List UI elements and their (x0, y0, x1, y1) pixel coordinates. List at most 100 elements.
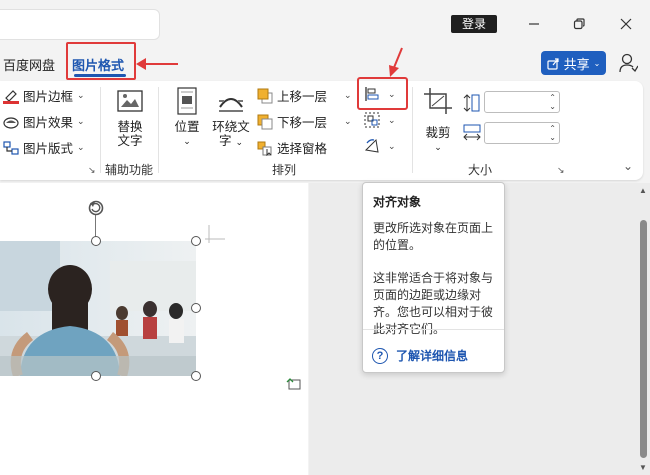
picture-layout-button[interactable]: 图片版式 ⌄ (3, 138, 85, 157)
separator (363, 329, 504, 330)
share-icon (547, 57, 559, 70)
effects-icon (3, 116, 19, 129)
alt-text-icon (117, 90, 143, 112)
layout-icon (3, 140, 19, 155)
learn-more-link[interactable]: ? 了解详细信息 (372, 347, 468, 364)
accessibility-group-label: 辅助功能 (105, 163, 154, 177)
close-icon[interactable] (614, 12, 638, 36)
scroll-up-icon[interactable]: ▲ (639, 186, 647, 195)
crop-label: 裁剪 (425, 126, 451, 140)
picture-effects-button[interactable]: 图片效果 ⌄ (3, 112, 85, 131)
picture-effects-label: 图片效果 (23, 116, 74, 130)
chevron-down-icon: ⌄ (77, 142, 85, 152)
wrap-text-button[interactable]: 环绕文 字 ⌄ (210, 87, 252, 149)
selected-image[interactable] (0, 241, 196, 376)
spin-up-icon[interactable]: ⌃ (549, 94, 556, 102)
crop-button[interactable]: 裁剪 ⌄ (420, 87, 456, 154)
chevron-down-icon: ⌄ (434, 142, 442, 152)
layout-options-icon[interactable] (286, 377, 302, 391)
separator (100, 87, 101, 173)
chevron-down-icon: ⌄ (388, 114, 396, 125)
align-highlight (357, 77, 408, 110)
login-button[interactable]: 登录 (451, 15, 497, 33)
picture-border-label: 图片边框 (23, 90, 74, 104)
search-box[interactable] (0, 9, 160, 40)
margin-corner-mark (205, 225, 225, 243)
resize-handle-top-right[interactable] (191, 236, 201, 246)
active-tab-underline (74, 74, 126, 77)
resize-handle-top[interactable] (91, 236, 101, 246)
collapse-ribbon-icon[interactable]: ⌄ (623, 159, 633, 173)
position-button[interactable]: 位置 ⌄ (170, 87, 204, 148)
chevron-down-icon: ⌄ (235, 137, 244, 147)
send-backward-icon (257, 114, 273, 129)
separator (158, 87, 159, 173)
alt-text-button[interactable]: 替换 文字 (110, 89, 150, 148)
alt-text-line2: 文字 (117, 134, 143, 148)
chevron-down-icon: ⌄ (593, 58, 601, 68)
tooltip-text-2: 这非常适合于将对象与页面的边距或边缘对齐。您也可以相对于彼此对齐它们。 (373, 271, 494, 336)
alt-text-line1: 替换 (117, 120, 143, 134)
copilot-person-icon[interactable] (618, 52, 638, 74)
resize-handle-bottom[interactable] (91, 371, 101, 381)
resize-handle-right[interactable] (191, 303, 201, 313)
share-label: 共享 (563, 56, 590, 72)
tab-baidu-netdisk[interactable]: 百度网盘 (3, 55, 55, 74)
pen-border-icon (3, 89, 19, 104)
red-arrow-down-icon (389, 47, 403, 77)
align-objects-tooltip: 对齐对象 更改所选对象在页面上的位置。 这非常适合于将对象与页面的边距或边缘对齐… (362, 182, 505, 373)
learn-more-label: 了解详细信息 (396, 349, 469, 363)
group-objects-icon (364, 112, 380, 128)
bring-forward-button[interactable]: 上移一层 ⌄ (257, 86, 352, 105)
selection-pane-label: 选择窗格 (277, 142, 328, 156)
bring-forward-icon (257, 88, 273, 103)
arrange-group-label: 排列 (272, 163, 297, 177)
wrap-text-line2: 字 (218, 134, 232, 148)
red-arrow-left-icon (136, 58, 178, 70)
tooltip-text-1: 更改所选对象在页面上的位置。 (373, 221, 494, 252)
width-icon (463, 124, 481, 141)
scroll-down-icon[interactable]: ▼ (639, 463, 647, 472)
spin-down-icon[interactable]: ⌄ (549, 134, 556, 142)
resize-handle-bottom-right[interactable] (191, 371, 201, 381)
chevron-down-icon: ⌄ (77, 116, 85, 126)
rotate-button[interactable]: ⌄ (364, 138, 396, 154)
vertical-scrollbar-thumb[interactable] (640, 220, 647, 458)
picture-layout-label: 图片版式 (23, 142, 74, 156)
spin-up-icon[interactable]: ⌃ (549, 125, 556, 133)
rotate-icon (364, 138, 379, 153)
title-bar: 登录 (0, 0, 650, 48)
separator (412, 87, 413, 173)
send-backward-button[interactable]: 下移一层 ⌄ (257, 112, 352, 131)
dialog-launcher-icon[interactable]: ↘ (557, 165, 565, 176)
tab-picture-format[interactable]: 图片格式 (72, 55, 124, 74)
dialog-launcher-icon[interactable]: ↘ (88, 165, 96, 176)
position-label: 位置 (174, 120, 200, 134)
classroom-photo (0, 241, 196, 376)
wrap-text-icon (219, 98, 243, 112)
selection-pane-icon (257, 141, 272, 156)
crop-icon (424, 88, 452, 114)
height-input[interactable]: ⌃ ⌄ (484, 91, 560, 113)
width-input[interactable]: ⌃ ⌄ (484, 122, 560, 144)
spin-down-icon[interactable]: ⌄ (549, 103, 556, 111)
share-button[interactable]: 共享 ⌄ (541, 51, 606, 75)
size-group-label: 大小 (468, 163, 493, 177)
rotate-handle-icon[interactable] (86, 198, 106, 218)
ribbon: 图片边框 ⌄ 图片效果 ⌄ 图片版式 ⌄ ↘ 替换 文字 辅助功能 位置 ⌄ 环绕文 … (0, 81, 643, 180)
group-objects-button[interactable]: ⌄ (364, 112, 396, 128)
chevron-down-icon: ⌄ (77, 90, 85, 100)
height-icon (463, 94, 480, 112)
bring-forward-label: 上移一层 (277, 90, 328, 104)
minimize-icon[interactable] (522, 12, 546, 36)
send-backward-label: 下移一层 (277, 116, 328, 130)
wrap-text-line1: 环绕文 (212, 120, 250, 134)
chevron-down-icon: ⌄ (344, 116, 352, 126)
restore-icon[interactable] (567, 12, 591, 36)
picture-border-button[interactable]: 图片边框 ⌄ (3, 86, 85, 105)
position-icon (177, 87, 197, 115)
selection-pane-button[interactable]: 选择窗格 (257, 138, 327, 157)
chevron-down-icon: ⌄ (388, 140, 396, 151)
chevron-down-icon: ⌄ (183, 136, 191, 146)
chevron-down-icon: ⌄ (344, 90, 352, 100)
